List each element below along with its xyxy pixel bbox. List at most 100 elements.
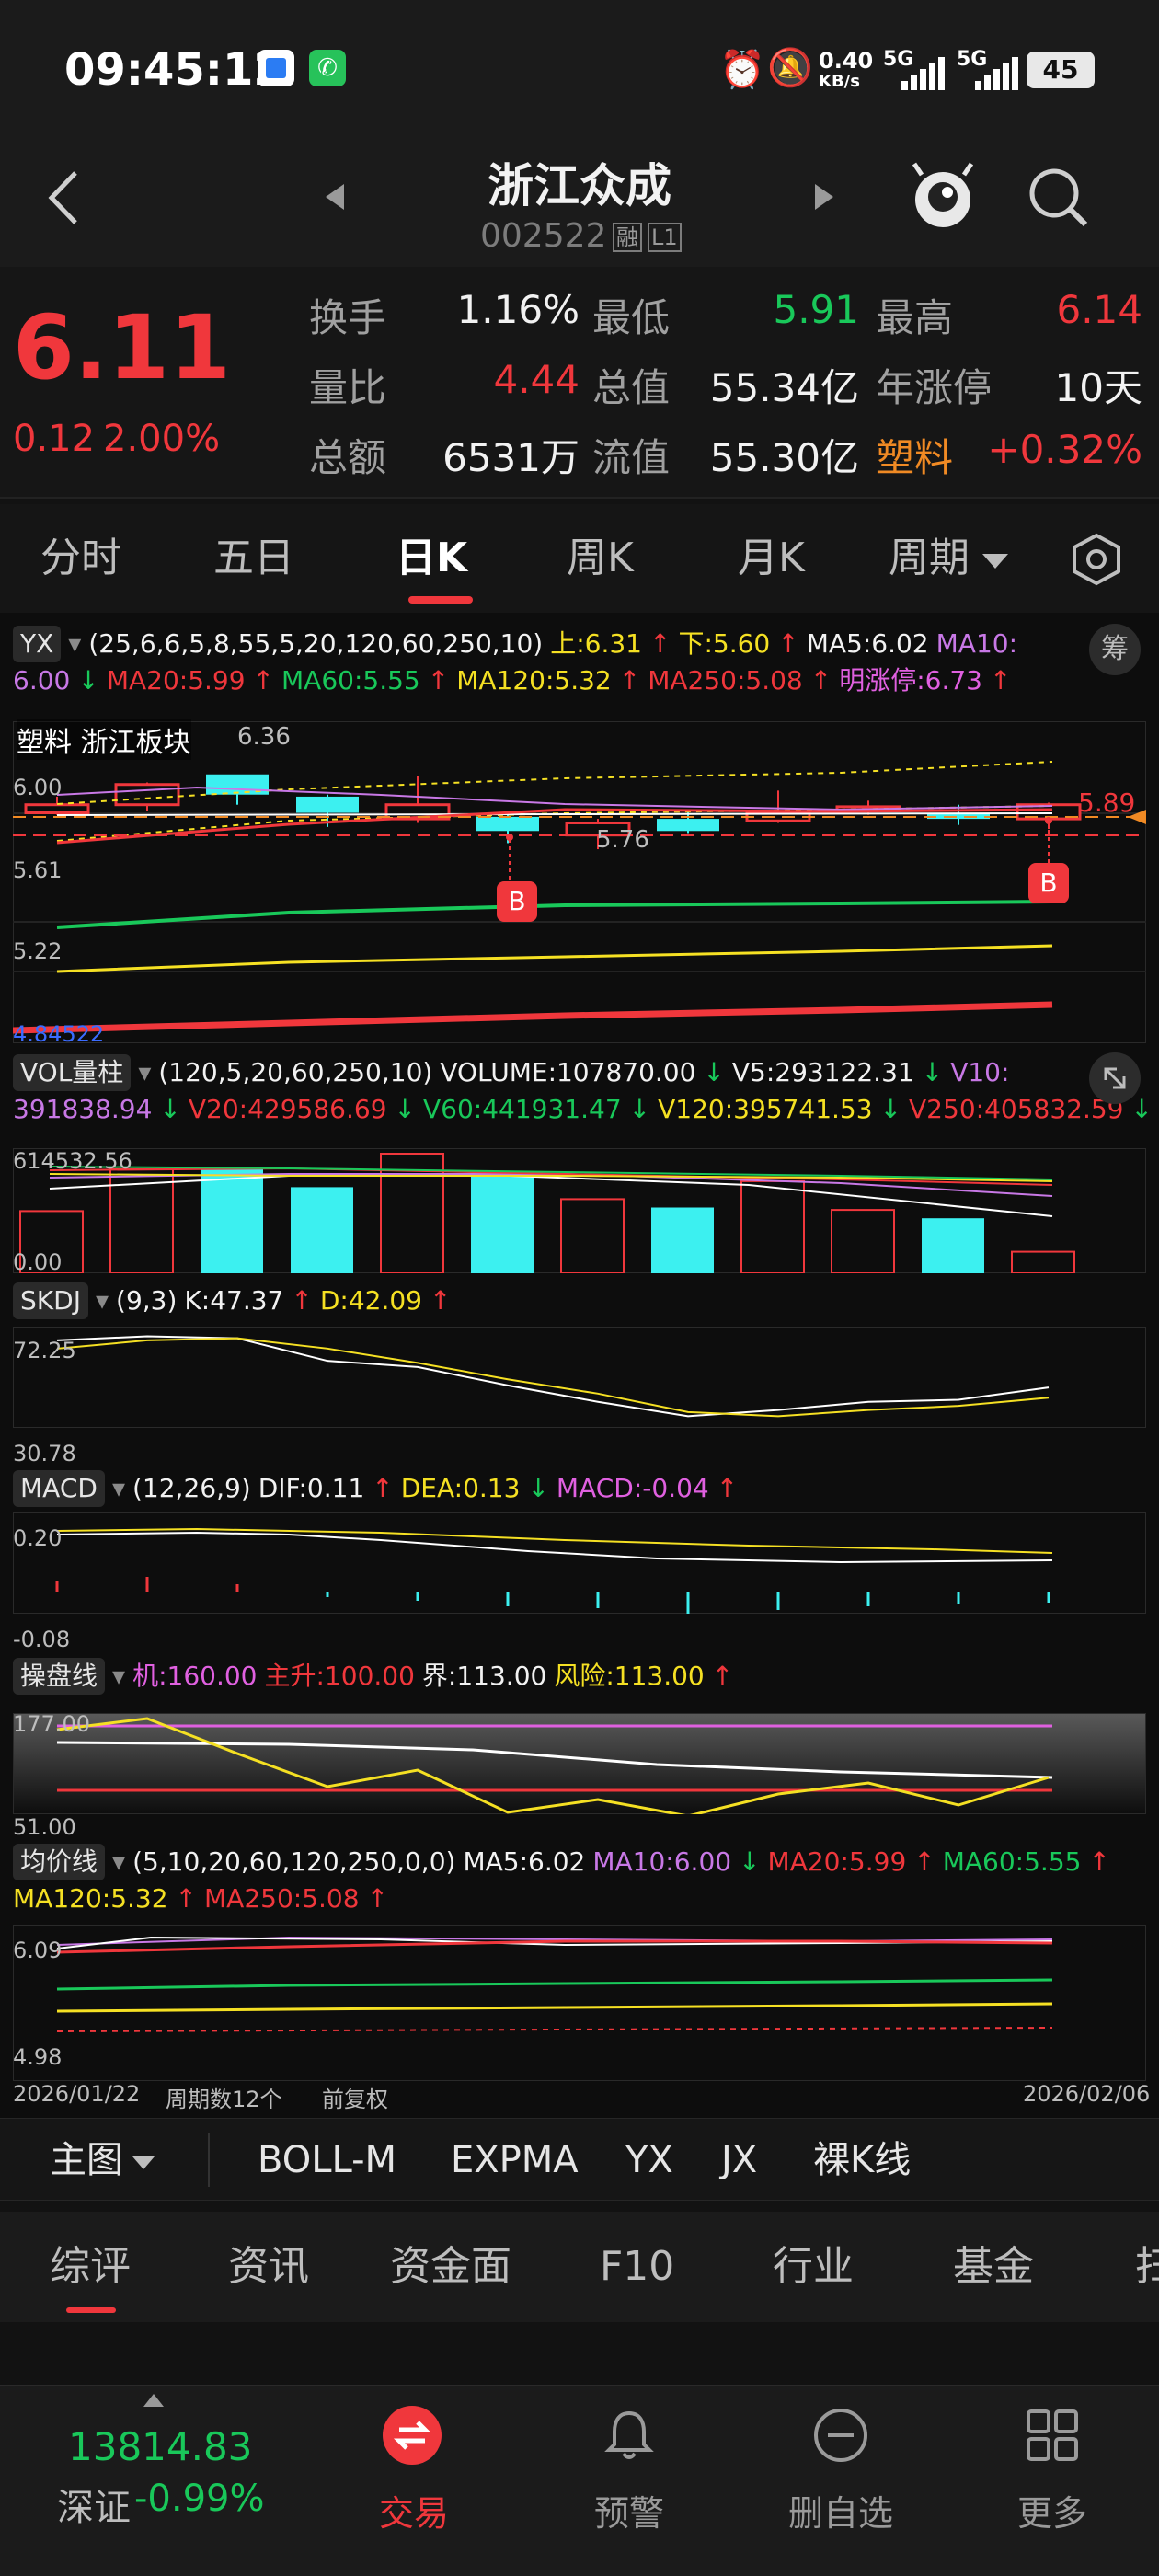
arrow-up-icon: ↑ xyxy=(427,665,450,696)
vol-v10: V10: xyxy=(950,1057,1010,1087)
macd-chart[interactable] xyxy=(13,1512,1146,1614)
macd-value: MACD:-0.04 xyxy=(556,1473,709,1503)
tab-fund[interactable]: 基金 xyxy=(953,2212,1034,2322)
jjx-chart[interactable] xyxy=(13,1925,1146,2081)
arrow-down-icon: ↓ xyxy=(739,1846,761,1877)
tab-weekly-k[interactable]: 周K xyxy=(567,504,634,613)
remove-watchlist-icon[interactable] xyxy=(811,2406,870,2465)
adjust-mode[interactable]: 前复权 xyxy=(322,2081,388,2113)
nav-more[interactable]: 更多 xyxy=(960,2485,1144,2536)
macd-dea: DEA:0.13 xyxy=(400,1473,521,1503)
toolbar-item-bare-k[interactable]: 裸K线 xyxy=(813,2119,911,2202)
expand-icon[interactable] xyxy=(1089,1052,1141,1104)
tab-intraday[interactable]: 分时 xyxy=(40,504,121,613)
vol-legend: VOL量柱 ▾ (120,5,20,60,250,10) VOLUME:107870.… xyxy=(13,1054,1016,1091)
more-grid-icon[interactable] xyxy=(1023,2406,1082,2465)
tab-news[interactable]: 资讯 xyxy=(228,2212,309,2322)
tab-more-clipped[interactable]: 扫 xyxy=(1135,2212,1159,2322)
price-change-pct: 2.00% xyxy=(103,418,221,460)
app-notification-icon xyxy=(258,50,294,86)
tab-capital[interactable]: 资金面 xyxy=(390,2212,511,2322)
tab-f10[interactable]: F10 xyxy=(600,2212,674,2322)
volume-bar xyxy=(831,1209,895,1273)
main-indicator-selector[interactable]: YX xyxy=(13,626,62,662)
jjx-ma250: MA250:5.08 xyxy=(204,1883,360,1914)
candle-body xyxy=(24,803,90,814)
next-stock-icon[interactable] xyxy=(809,178,837,215)
skdj-indicator-selector[interactable]: SKDJ xyxy=(13,1282,88,1319)
arrow-down-icon: ↓ xyxy=(77,665,99,696)
ma250-line xyxy=(13,1001,1053,1034)
tab-overview[interactable]: 综评 xyxy=(50,2212,131,2322)
arrow-down-icon: ↓ xyxy=(921,1057,944,1087)
sector-overlay-label: 塑料 浙江板块 xyxy=(17,719,191,760)
jjx-ma20: MA20:5.99 xyxy=(767,1846,907,1877)
macd-legend: MACD ▾ (12,26,9) DIF:0.11 ↑ DEA:0.13 ↓ MACD:-0.… xyxy=(13,1470,745,1507)
chevron-down-icon: ▾ xyxy=(68,628,82,659)
index-name: 深证 xyxy=(57,2487,131,2529)
toolbar-item-jx[interactable]: JX xyxy=(721,2119,757,2202)
tab-industry[interactable]: 行业 xyxy=(773,2212,854,2322)
nav-alert[interactable]: 预警 xyxy=(537,2485,721,2536)
indicator-toolbar: 主图 BOLL-M EXPMA YX JX 裸K线 xyxy=(0,2118,1159,2201)
sector-link[interactable]: 塑料 xyxy=(876,427,953,483)
quote-key: 最高 xyxy=(876,295,954,340)
candlestick-chart[interactable] xyxy=(13,721,1146,1043)
back-icon[interactable] xyxy=(42,166,88,230)
quote-key: 年涨停 xyxy=(876,365,993,410)
arrow-down-icon: ↓ xyxy=(879,1094,902,1124)
jjx-ma120-line xyxy=(56,2002,1053,2013)
quote-key: 流值 xyxy=(592,435,671,480)
mascot-icon[interactable] xyxy=(911,158,975,232)
bell-icon[interactable] xyxy=(600,2406,659,2465)
index-value[interactable]: 13814.83 xyxy=(68,2424,252,2469)
cpx-chart[interactable] xyxy=(13,1713,1146,1814)
volume-chart[interactable] xyxy=(13,1148,1146,1273)
macd-params: (12,26,9) xyxy=(132,1473,251,1503)
search-icon[interactable] xyxy=(1027,166,1091,230)
chip-distribution-button[interactable]: 筹 xyxy=(1089,624,1141,675)
chevron-down-icon: ▾ xyxy=(138,1057,152,1087)
active-subtab-indicator xyxy=(66,2307,116,2313)
tab-period[interactable]: 周期 xyxy=(889,504,970,613)
vol-indicator-selector[interactable]: VOL量柱 xyxy=(13,1054,132,1091)
tab-monthly-k[interactable]: 月K xyxy=(738,504,805,613)
cpx-indicator-selector[interactable]: 操盘线 xyxy=(13,1658,106,1695)
nav-remove-watchlist[interactable]: 删自选 xyxy=(749,2485,933,2536)
vol-volume: VOLUME:107870.00 xyxy=(440,1057,696,1087)
arrow-up-icon: ↑ xyxy=(429,1285,452,1316)
indicator-ma20: MA20:5.99 xyxy=(106,665,246,696)
trade-icon[interactable] xyxy=(383,2406,442,2465)
jjx-ma250-line xyxy=(56,2027,1053,2032)
quote-key: 总额 xyxy=(309,435,387,480)
macd-dif: DIF:0.11 xyxy=(258,1473,365,1503)
buy-signal-badge[interactable]: B xyxy=(497,881,537,922)
toolbar-item-expma[interactable]: EXPMA xyxy=(451,2119,579,2202)
tab-five-day[interactable]: 五日 xyxy=(213,504,294,613)
margin-badge: 融 xyxy=(613,223,642,252)
toolbar-item-yx[interactable]: YX xyxy=(625,2119,673,2202)
candle-body xyxy=(657,819,719,832)
volume-bar xyxy=(1011,1250,1075,1273)
battery-icon: 45 xyxy=(1027,52,1095,88)
nav-trade[interactable]: 交易 xyxy=(322,2485,506,2536)
low-price-mark: 5.76 xyxy=(596,826,649,854)
main-chart-selector[interactable]: 主图 xyxy=(50,2119,123,2202)
settings-hexagon-icon[interactable] xyxy=(1069,532,1124,591)
divider xyxy=(208,2133,210,2187)
signal-icon-2 xyxy=(975,57,1021,90)
level-badge: L1 xyxy=(648,223,682,252)
skdj-chart[interactable] xyxy=(13,1327,1146,1428)
cpx-ji: 机:160.00 xyxy=(132,1661,258,1691)
macd-indicator-selector[interactable]: MACD xyxy=(13,1470,105,1507)
buy-signal-badge[interactable]: B xyxy=(1028,863,1069,903)
toolbar-item-boll-m[interactable]: BOLL-M xyxy=(258,2119,396,2202)
quote-value: 1.16% xyxy=(456,287,580,332)
skdj-axis-top: 72.25 xyxy=(13,1338,76,1363)
candle-body xyxy=(114,783,180,807)
phone-call-icon: ✆ xyxy=(309,50,346,86)
caret-up-icon[interactable] xyxy=(143,2393,164,2410)
indicator-limit: 明涨停:6.73 xyxy=(839,665,982,696)
prev-stock-icon[interactable] xyxy=(322,178,350,215)
jjx-indicator-selector[interactable]: 均价线 xyxy=(13,1844,106,1880)
